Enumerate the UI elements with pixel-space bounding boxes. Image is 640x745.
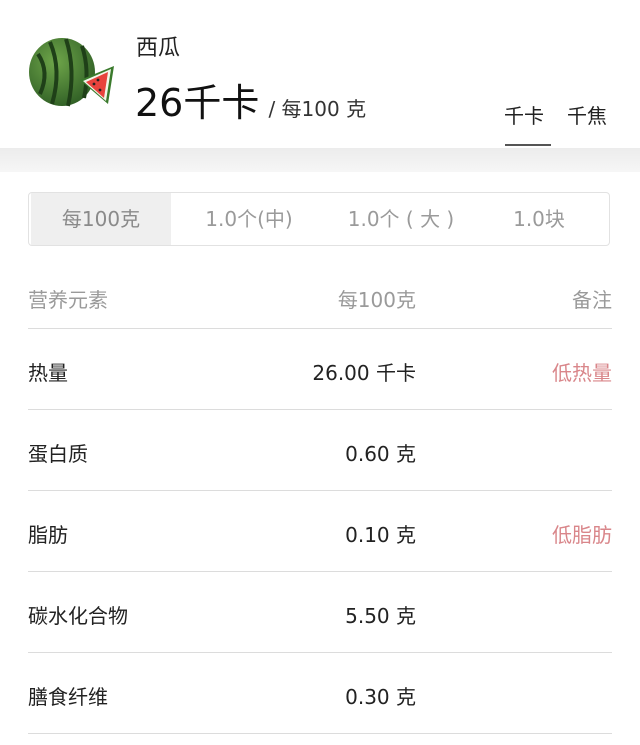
nutrient-value: 5.50 克 <box>345 604 416 628</box>
nutrient-name: 脂肪 <box>28 523 68 547</box>
nutrient-note: 低脂肪 <box>552 523 612 547</box>
food-header: 西瓜 26千卡 / 每100 克 千卡 千焦 <box>0 0 640 148</box>
nutrient-name: 热量 <box>28 361 68 385</box>
food-title: 西瓜 <box>136 36 181 61</box>
nutrition-table: 营养元素 每100克 备注 热量 26.00 千卡 低热量 蛋白质 0.60 克… <box>28 262 612 734</box>
unit-toggle-kj[interactable]: 千焦 <box>567 100 607 129</box>
nutrient-name: 膳食纤维 <box>28 685 108 709</box>
table-row: 热量 26.00 千卡 低热量 <box>28 329 612 410</box>
portion-large[interactable]: 1.0个 ( 大 ) <box>321 193 481 245</box>
nutrient-value: 0.60 克 <box>345 442 416 466</box>
nutrient-value: 0.10 克 <box>345 523 416 547</box>
table-row: 蛋白质 0.60 克 <box>28 410 612 491</box>
portion-medium[interactable]: 1.0个(中) <box>179 193 319 245</box>
table-row: 膳食纤维 0.30 克 <box>28 653 612 734</box>
table-header: 营养元素 每100克 备注 <box>28 262 612 329</box>
header-note: 备注 <box>572 288 612 312</box>
nutrient-value: 26.00 千卡 <box>312 361 416 385</box>
energy-value: 26千卡 <box>135 81 260 125</box>
nutrient-note: 低热量 <box>552 361 612 385</box>
table-row: 碳水化合物 5.50 克 <box>28 572 612 653</box>
table-row: 脂肪 0.10 克 低脂肪 <box>28 491 612 572</box>
header-per-100g: 每100克 <box>337 288 416 312</box>
nutrient-name: 蛋白质 <box>28 442 88 466</box>
nutrient-value: 0.30 克 <box>345 685 416 709</box>
header-nutrient: 营养元素 <box>28 288 108 312</box>
watermelon-icon <box>29 38 114 107</box>
nutrient-name: 碳水化合物 <box>28 604 128 628</box>
energy-unit: / 每100 克 <box>268 97 367 121</box>
portion-per-100g[interactable]: 每100克 <box>31 193 171 245</box>
unit-selected-indicator <box>505 144 551 146</box>
portion-selector: 每100克 1.0个(中) 1.0个 ( 大 ) 1.0块 <box>28 192 610 246</box>
portion-piece[interactable]: 1.0块 <box>477 193 601 245</box>
section-divider <box>0 148 640 172</box>
energy-summary: 26千卡 / 每100 克 <box>135 72 366 127</box>
unit-toggle-kcal[interactable]: 千卡 <box>504 100 544 129</box>
